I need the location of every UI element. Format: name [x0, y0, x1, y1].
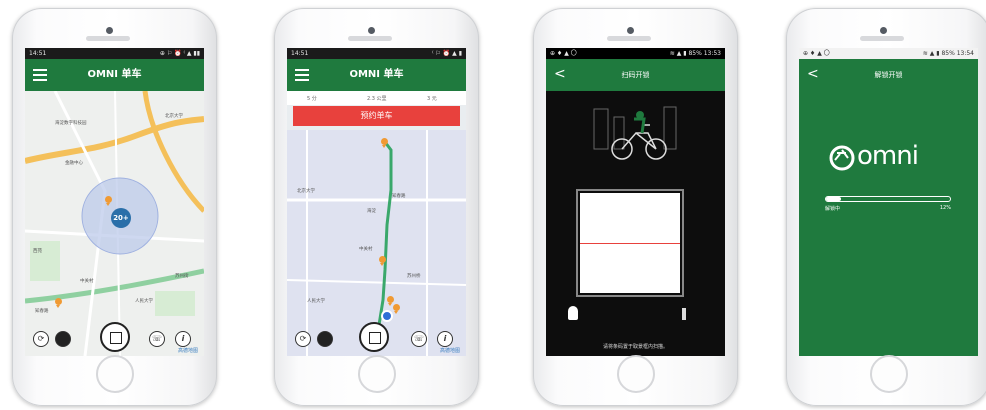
manual-input-icon[interactable] [568, 306, 578, 320]
status-icons: ⊕ ⚐ ⏰ ⁽ ▲ ▮▮ [159, 50, 200, 57]
bottom-toolbar: ⟳ ☏ i 高德地图 [25, 312, 204, 356]
bike-pin-icon[interactable] [55, 298, 62, 308]
map-label: 海淀数字科技园 [55, 121, 87, 126]
bottom-toolbar: ⟳ ☏ i 高德地图 [287, 312, 466, 356]
status-right: ≋ ▲ ▮ 85% 13:53 [669, 50, 721, 57]
phone-frame-3: ⊕ ♦ ▲ 〇 ≋ ▲ ▮ 85% 13:53 < 扫码开锁 请将条码置于取景框… [533, 8, 738, 406]
refresh-icon[interactable]: ⟳ [33, 331, 49, 347]
map-label: 苏州街 [175, 274, 189, 279]
status-icons: ⁽ ⚐ ⏰ ▲ ▮ [432, 50, 462, 57]
speaker-grille [86, 36, 130, 41]
shutter-logo-icon [829, 145, 855, 171]
status-left-icons: ⊕ ♦ ▲ 〇 [803, 50, 830, 57]
camera-icon [627, 27, 634, 34]
progress-label: 解锁中 [825, 206, 841, 212]
status-left-icons: ⊕ ♦ ▲ 〇 [550, 50, 577, 57]
status-bar: 14:51 ⁽ ⚐ ⏰ ▲ ▮ [287, 48, 466, 59]
phone4-screen: ⊕ ♦ ▲ 〇 ≋ ▲ ▮ 85% 13:54 < 解锁开锁 omni 解锁中 … [799, 48, 978, 356]
omni-logo: omni [829, 141, 949, 173]
locate-icon[interactable] [317, 331, 333, 347]
phone2-screen: 14:51 ⁽ ⚐ ⏰ ▲ ▮ OMNI 单车 5 分 2.3 公里 3 元 预… [287, 48, 466, 356]
home-button[interactable] [358, 355, 396, 393]
trip-info-row: 5 分 2.3 公里 3 元 [287, 91, 466, 105]
home-button[interactable] [617, 355, 655, 393]
phone3-screen: ⊕ ♦ ▲ 〇 ≋ ▲ ▮ 85% 13:53 < 扫码开锁 请将条码置于取景框… [546, 48, 725, 356]
speaker-grille [348, 36, 392, 41]
reserve-bike-button[interactable]: 预约单车 [293, 106, 460, 126]
status-time: 14:51 [29, 50, 47, 57]
progress-percent: 12% [939, 205, 951, 211]
bike-cluster-badge[interactable]: 20+ [111, 208, 131, 228]
app-bar: < 扫码开锁 [546, 59, 725, 91]
home-button[interactable] [96, 355, 134, 393]
camera-icon [368, 27, 375, 34]
bike-pin-icon[interactable] [105, 196, 112, 206]
logo-wordmark: omni [857, 141, 919, 171]
app-title: OMNI 单车 [349, 69, 404, 80]
service-icon[interactable]: ☏ [149, 331, 165, 347]
trip-cost: 3 元 [427, 96, 437, 102]
app-bar: OMNI 单车 [25, 59, 204, 91]
speaker-grille [607, 36, 651, 41]
info-icon[interactable]: i [437, 331, 453, 347]
unlock-progress-bar [825, 196, 951, 202]
qr-code-icon [369, 332, 381, 344]
app-bar: < 解锁开锁 [799, 59, 978, 91]
status-time: 14:51 [291, 50, 309, 57]
map-label: 西苑 [33, 249, 42, 254]
camera-icon [106, 27, 113, 34]
app-title: OMNI 单车 [87, 69, 142, 80]
status-bar: ⊕ ♦ ▲ 〇 ≋ ▲ ▮ 85% 13:54 [799, 48, 978, 59]
locate-icon[interactable] [55, 331, 71, 347]
map-label: 北京大学 [165, 114, 183, 119]
speaker-grille [860, 36, 904, 41]
phone1-screen: 14:51 ⊕ ⚐ ⏰ ⁽ ▲ ▮▮ OMNI 单车 海淀数字科技园 金融中心 … [25, 48, 204, 356]
map-label: 苏州桥 [407, 274, 421, 279]
scan-hint: 请将条码置于取景框内扫描。 [602, 344, 668, 350]
info-icon[interactable]: i [175, 331, 191, 347]
map-label: 人民大学 [307, 299, 325, 304]
bike-pin-icon[interactable] [379, 256, 386, 266]
map-attribution: 高德地图 [177, 348, 198, 354]
map-label: 人民大学 [135, 299, 153, 304]
status-right: ≋ ▲ ▮ 85% 13:54 [922, 50, 974, 57]
map-label: 中关村 [359, 247, 373, 252]
scan-qr-button[interactable] [359, 322, 389, 352]
trip-distance: 2.3 公里 [367, 96, 387, 102]
screen-title: 扫码开锁 [621, 71, 650, 79]
status-bar: ⊕ ♦ ▲ 〇 ≋ ▲ ▮ 85% 13:53 [546, 48, 725, 59]
screen-title: 解锁开锁 [874, 71, 903, 79]
map-label: 金融中心 [65, 161, 83, 166]
refresh-icon[interactable]: ⟳ [295, 331, 311, 347]
phone-frame-2: 14:51 ⁽ ⚐ ⏰ ▲ ▮ OMNI 单车 5 分 2.3 公里 3 元 预… [274, 8, 479, 406]
trip-time: 5 分 [307, 96, 317, 102]
qr-code-icon [110, 332, 122, 344]
home-button[interactable] [870, 355, 908, 393]
map-attribution: 高德地图 [439, 348, 460, 354]
app-bar: OMNI 单车 [287, 59, 466, 91]
service-icon[interactable]: ☏ [411, 331, 427, 347]
map-label: 北京大学 [297, 189, 315, 194]
phone-frame-4: ⊕ ♦ ▲ 〇 ≋ ▲ ▮ 85% 13:54 < 解锁开锁 omni 解锁中 … [786, 8, 986, 406]
scan-line [580, 243, 680, 244]
scan-qr-button[interactable] [100, 322, 130, 352]
scan-viewfinder[interactable] [576, 189, 684, 297]
map-label: 知春路 [392, 194, 406, 199]
status-bar: 14:51 ⊕ ⚐ ⏰ ⁽ ▲ ▮▮ [25, 48, 204, 59]
progress-fill [826, 197, 841, 201]
map-label: 海淀 [367, 209, 376, 214]
phone-frame-1: 14:51 ⊕ ⚐ ⏰ ⁽ ▲ ▮▮ OMNI 单车 海淀数字科技园 金融中心 … [12, 8, 217, 406]
flashlight-icon[interactable] [682, 308, 686, 320]
bike-pin-icon[interactable] [381, 138, 388, 148]
bike-illustration [593, 106, 677, 160]
camera-icon [880, 27, 887, 34]
map-label: 中关村 [80, 279, 94, 284]
